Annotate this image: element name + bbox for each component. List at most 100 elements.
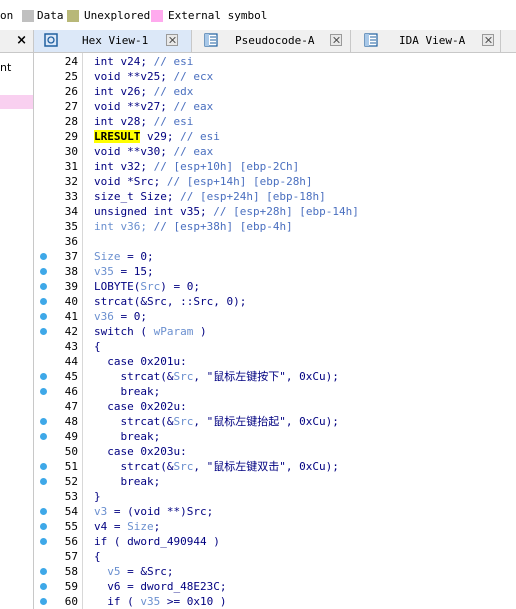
breakpoint-dot-icon[interactable] [40, 388, 47, 395]
code-line[interactable]: 33 size_t Size; // [esp+24h] [ebp-18h] [0, 189, 516, 204]
breakpoint-dot-icon[interactable] [40, 538, 47, 545]
line-number: 35 [64, 220, 78, 233]
code-line[interactable]: 32 void *Src; // [esp+14h] [ebp-28h] [0, 174, 516, 189]
code-line[interactable]: 46 break; [0, 384, 516, 399]
code-line[interactable]: 48 strcat(&Src, "鼠标左键抬起", 0xCu); [0, 414, 516, 429]
code-line[interactable]: 55 v4 = Size; [0, 519, 516, 534]
code-line[interactable]: 25 void **v25; // ecx [0, 69, 516, 84]
code-text: { [94, 549, 101, 564]
code-line[interactable]: 29 LRESULT v29; // esi [0, 129, 516, 144]
code-text: void *Src; // [esp+14h] [ebp-28h] [94, 174, 313, 189]
breakpoint-dot-icon[interactable] [40, 283, 47, 290]
code-line[interactable]: 54 v3 = (void **)Src; [0, 504, 516, 519]
line-number: 28 [64, 115, 78, 128]
tab-hex-view[interactable]: Hex View-1 [34, 30, 192, 52]
left-panel-header: × [0, 30, 34, 52]
code-line[interactable]: 36 [0, 234, 516, 249]
code-line[interactable]: 43 { [0, 339, 516, 354]
code-comment: // edx [153, 85, 194, 98]
breakpoint-dot-icon[interactable] [40, 523, 47, 530]
line-number: 55 [64, 520, 78, 533]
code-line[interactable]: 47 case 0x202u: [0, 399, 516, 414]
code-comment: // esi [153, 115, 194, 128]
code-line[interactable]: 41 v36 = 0; [0, 309, 516, 324]
tab-bar: × Hex View-1 Pseudocode-A IDA View-A [0, 30, 516, 53]
code-line[interactable]: 31 int v32; // [esp+10h] [ebp-2Ch] [0, 159, 516, 174]
code-token: case 0x202u: [94, 400, 187, 413]
breakpoint-dot-icon[interactable] [40, 508, 47, 515]
breakpoint-dot-icon[interactable] [40, 328, 47, 335]
code-token: strcat(& [94, 415, 174, 428]
pseudocode-icon [204, 33, 218, 47]
code-line[interactable]: 51 strcat(&Src, "鼠标左键双击", 0xCu); [0, 459, 516, 474]
code-line[interactable]: 57 { [0, 549, 516, 564]
code-text: int v32; // [esp+10h] [ebp-2Ch] [94, 159, 299, 174]
close-icon[interactable]: × [16, 33, 27, 48]
code-line[interactable]: 56 if ( dword_490944 ) [0, 534, 516, 549]
code-text: v35 = 15; [94, 264, 154, 279]
code-text: v3 = (void **)Src; [94, 504, 213, 519]
code-line[interactable]: 60 if ( v35 >= 0x10 ) [0, 594, 516, 609]
code-line[interactable]: 52 break; [0, 474, 516, 489]
code-text: case 0x201u: [94, 354, 186, 369]
breakpoint-dot-icon[interactable] [40, 583, 47, 590]
breakpoint-dot-icon[interactable] [40, 298, 47, 305]
tab-close-icon[interactable] [482, 34, 494, 46]
code-line[interactable]: 24 int v24; // esi [0, 54, 516, 69]
line-number: 60 [64, 595, 78, 608]
code-text: break; [94, 429, 160, 444]
code-comment: // [esp+28h] [ebp-14h] [213, 205, 359, 218]
code-comment: // [esp+14h] [ebp-28h] [166, 175, 313, 188]
breakpoint-dot-icon[interactable] [40, 463, 47, 470]
code-line[interactable]: 45 strcat(&Src, "鼠标左键按下", 0xCu); [0, 369, 516, 384]
code-line[interactable]: 34 unsigned int v35; // [esp+28h] [ebp-14… [0, 204, 516, 219]
code-token: v35 [94, 265, 114, 278]
line-number: 56 [64, 535, 78, 548]
code-line[interactable]: 58 v5 = &Src; [0, 564, 516, 579]
legend-swatch-external [151, 10, 163, 22]
line-number: 38 [64, 265, 78, 278]
tab-close-icon[interactable] [166, 34, 178, 46]
code-token: Size [127, 520, 154, 533]
code-line[interactable]: 42 switch ( wParam ) [0, 324, 516, 339]
code-token: ; [153, 520, 161, 533]
code-line[interactable]: 28 int v28; // esi [0, 114, 516, 129]
line-number: 49 [64, 430, 78, 443]
line-number: 47 [64, 400, 78, 413]
breakpoint-dot-icon[interactable] [40, 313, 47, 320]
tab-pseudocode[interactable]: Pseudocode-A [192, 30, 351, 52]
breakpoint-dot-icon[interactable] [40, 568, 47, 575]
tab-close-icon[interactable] [330, 34, 342, 46]
code-comment: // ecx [173, 70, 214, 83]
tab-ida-view[interactable]: IDA View-A [351, 30, 501, 52]
breakpoint-dot-icon[interactable] [40, 598, 47, 605]
code-line[interactable]: 53} [0, 489, 516, 504]
code-line[interactable]: 39 LOBYTE(Src) = 0; [0, 279, 516, 294]
code-token: if ( dword_490944 ) [94, 535, 220, 548]
line-number: 30 [64, 145, 78, 158]
code-token: size_t Size; [94, 190, 181, 203]
code-line[interactable]: 35 int v36; // [esp+38h] [ebp-4h] [0, 219, 516, 234]
code-token: Src [173, 415, 194, 428]
breakpoint-dot-icon[interactable] [40, 268, 47, 275]
code-token: Src [173, 460, 194, 473]
code-line[interactable]: 30 void **v30; // eax [0, 144, 516, 159]
code-line[interactable]: 50 case 0x203u: [0, 444, 516, 459]
code-line[interactable]: 59 v6 = dword_48E23C; [0, 579, 516, 594]
code-token: break; [94, 475, 161, 488]
breakpoint-dot-icon[interactable] [40, 433, 47, 440]
code-line[interactable]: 40 strcat(&Src, ::Src, 0); [0, 294, 516, 309]
code-line[interactable]: 49 break; [0, 429, 516, 444]
code-token: { [94, 340, 101, 353]
code-line[interactable]: 27 void **v27; // eax [0, 99, 516, 114]
line-number: 31 [64, 160, 78, 173]
breakpoint-dot-icon[interactable] [40, 373, 47, 380]
breakpoint-dot-icon[interactable] [40, 478, 47, 485]
code-line[interactable]: 44 case 0x201u: [0, 354, 516, 369]
code-line[interactable]: 37 Size = 0; [0, 249, 516, 264]
breakpoint-dot-icon[interactable] [40, 253, 47, 260]
breakpoint-dot-icon[interactable] [40, 418, 47, 425]
code-line[interactable]: 38 v35 = 15; [0, 264, 516, 279]
code-line[interactable]: 26 int v26; // edx [0, 84, 516, 99]
